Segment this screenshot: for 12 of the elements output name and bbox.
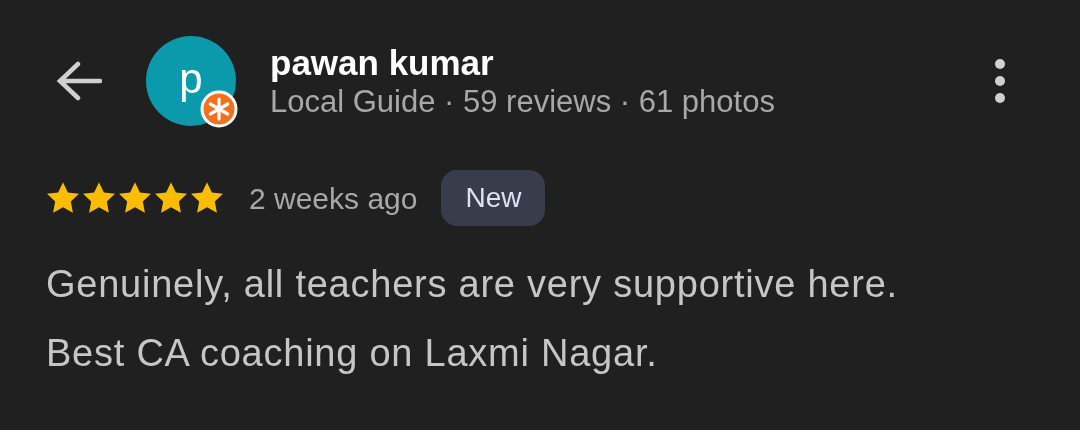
star-icon <box>117 181 153 215</box>
review-text: Genuinely, all teachers are very supportive here. Best CA coaching on Laxmi Nagar. <box>45 262 899 376</box>
new-badge: New <box>441 170 546 226</box>
review-time: 2 weeks ago <box>249 180 418 217</box>
reviewer-name[interactable]: pawan kumar <box>270 42 980 84</box>
star-icon <box>189 181 225 215</box>
star-icon <box>45 181 81 215</box>
reviewer-stats: Local Guide · 59 reviews · 61 photos <box>270 84 776 120</box>
star-icon <box>81 181 117 215</box>
back-arrow-icon <box>54 61 102 101</box>
star-icon <box>153 181 189 215</box>
kebab-menu-icon <box>994 58 1006 104</box>
